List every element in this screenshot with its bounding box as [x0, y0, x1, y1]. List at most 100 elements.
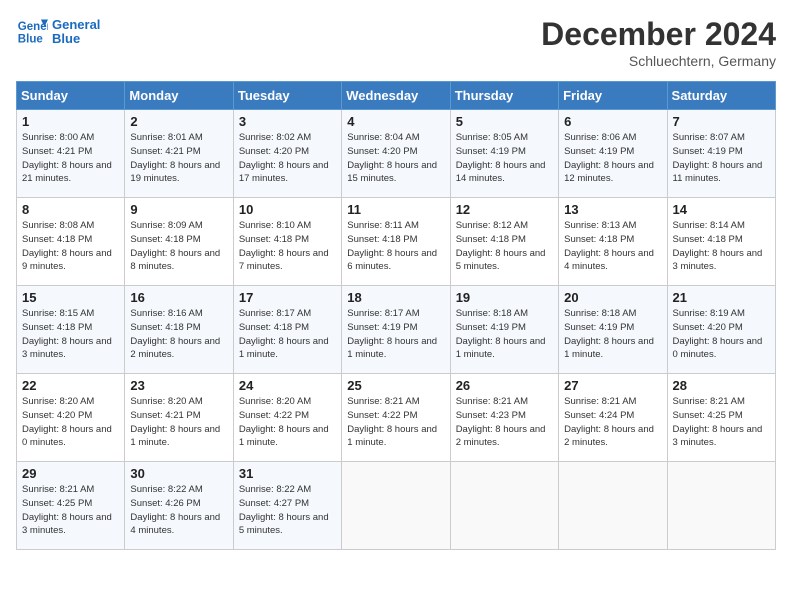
calendar-body: 1 Sunrise: 8:00 AMSunset: 4:21 PMDaylight… — [17, 110, 776, 550]
calendar-day-header: Sunday — [17, 82, 125, 110]
cell-info: Sunrise: 8:20 AMSunset: 4:21 PMDaylight:… — [130, 395, 227, 450]
cell-info: Sunrise: 8:06 AMSunset: 4:19 PMDaylight:… — [564, 131, 661, 186]
calendar-cell: 22 Sunrise: 8:20 AMSunset: 4:20 PMDayligh… — [17, 374, 125, 462]
calendar-week-row: 15 Sunrise: 8:15 AMSunset: 4:18 PMDayligh… — [17, 286, 776, 374]
svg-text:Blue: Blue — [18, 34, 44, 46]
calendar-cell — [450, 462, 558, 550]
calendar-cell: 16Sunrise: 8:16 AMSunset: 4:18 PMDayligh… — [125, 286, 233, 374]
cell-info: Sunrise: 8:18 AMSunset: 4:19 PMDaylight:… — [456, 307, 553, 362]
day-number: 6 — [564, 114, 661, 129]
calendar-cell: 11 Sunrise: 8:11 AMSunset: 4:18 PMDayligh… — [342, 198, 450, 286]
calendar-day-header: Thursday — [450, 82, 558, 110]
calendar-cell: 10Sunrise: 8:10 AMSunset: 4:18 PMDayligh… — [233, 198, 341, 286]
calendar-week-row: 29 Sunrise: 8:21 AMSunset: 4:25 PMDayligh… — [17, 462, 776, 550]
day-number: 16 — [130, 290, 227, 305]
day-number: 9 — [130, 202, 227, 217]
calendar-cell: 18 Sunrise: 8:17 AMSunset: 4:19 PMDayligh… — [342, 286, 450, 374]
cell-info: Sunrise: 8:17 AMSunset: 4:19 PMDaylight:… — [347, 307, 444, 362]
calendar-cell: 3Sunrise: 8:02 AMSunset: 4:20 PMDaylight… — [233, 110, 341, 198]
day-number: 22 — [22, 378, 119, 393]
cell-info: Sunrise: 8:07 AMSunset: 4:19 PMDaylight:… — [673, 131, 770, 186]
day-number: 30 — [130, 466, 227, 481]
day-number: 25 — [347, 378, 444, 393]
calendar-cell: 25 Sunrise: 8:21 AMSunset: 4:22 PMDayligh… — [342, 374, 450, 462]
calendar-cell: 9 Sunrise: 8:09 AMSunset: 4:18 PMDaylight… — [125, 198, 233, 286]
calendar-cell: 4 Sunrise: 8:04 AMSunset: 4:20 PMDaylight… — [342, 110, 450, 198]
calendar-cell: 19Sunrise: 8:18 AMSunset: 4:19 PMDayligh… — [450, 286, 558, 374]
calendar-cell — [667, 462, 775, 550]
cell-info: Sunrise: 8:12 AMSunset: 4:18 PMDaylight:… — [456, 219, 553, 274]
calendar-cell: 31 Sunrise: 8:22 AMSunset: 4:27 PMDayligh… — [233, 462, 341, 550]
cell-info: Sunrise: 8:09 AMSunset: 4:18 PMDaylight:… — [130, 219, 227, 274]
day-number: 31 — [239, 466, 336, 481]
cell-info: Sunrise: 8:21 AMSunset: 4:25 PMDaylight:… — [22, 483, 119, 538]
day-number: 15 — [22, 290, 119, 305]
day-number: 26 — [456, 378, 553, 393]
calendar-cell: 26 Sunrise: 8:21 AMSunset: 4:23 PMDayligh… — [450, 374, 558, 462]
calendar-cell: 15 Sunrise: 8:15 AMSunset: 4:18 PMDayligh… — [17, 286, 125, 374]
day-number: 29 — [22, 466, 119, 481]
title-block: December 2024 Schluechtern, Germany — [541, 16, 776, 69]
calendar-cell: 20 Sunrise: 8:18 AMSunset: 4:19 PMDayligh… — [559, 286, 667, 374]
day-number: 27 — [564, 378, 661, 393]
calendar-cell: 30Sunrise: 8:22 AMSunset: 4:26 PMDayligh… — [125, 462, 233, 550]
day-number: 14 — [673, 202, 770, 217]
location: Schluechtern, Germany — [541, 53, 776, 69]
calendar-week-row: 1 Sunrise: 8:00 AMSunset: 4:21 PMDaylight… — [17, 110, 776, 198]
day-number: 3 — [239, 114, 336, 129]
day-number: 21 — [673, 290, 770, 305]
cell-info: Sunrise: 8:21 AMSunset: 4:23 PMDaylight:… — [456, 395, 553, 450]
logo: General Blue General Blue — [16, 16, 100, 48]
cell-info: Sunrise: 8:11 AMSunset: 4:18 PMDaylight:… — [347, 219, 444, 274]
calendar-table: SundayMondayTuesdayWednesdayThursdayFrid… — [16, 81, 776, 550]
day-number: 5 — [456, 114, 553, 129]
day-number: 28 — [673, 378, 770, 393]
calendar-week-row: 8Sunrise: 8:08 AMSunset: 4:18 PMDaylight… — [17, 198, 776, 286]
cell-info: Sunrise: 8:15 AMSunset: 4:18 PMDaylight:… — [22, 307, 119, 362]
calendar-cell: 24Sunrise: 8:20 AMSunset: 4:22 PMDayligh… — [233, 374, 341, 462]
cell-info: Sunrise: 8:21 AMSunset: 4:22 PMDaylight:… — [347, 395, 444, 450]
cell-info: Sunrise: 8:18 AMSunset: 4:19 PMDaylight:… — [564, 307, 661, 362]
calendar-cell: 5 Sunrise: 8:05 AMSunset: 4:19 PMDaylight… — [450, 110, 558, 198]
cell-info: Sunrise: 8:17 AMSunset: 4:18 PMDaylight:… — [239, 307, 336, 362]
calendar-cell — [559, 462, 667, 550]
day-number: 2 — [130, 114, 227, 129]
calendar-header-row: SundayMondayTuesdayWednesdayThursdayFrid… — [17, 82, 776, 110]
cell-info: Sunrise: 8:13 AMSunset: 4:18 PMDaylight:… — [564, 219, 661, 274]
calendar-cell: 21 Sunrise: 8:19 AMSunset: 4:20 PMDayligh… — [667, 286, 775, 374]
calendar-cell: 8Sunrise: 8:08 AMSunset: 4:18 PMDaylight… — [17, 198, 125, 286]
calendar-day-header: Saturday — [667, 82, 775, 110]
calendar-day-header: Monday — [125, 82, 233, 110]
day-number: 20 — [564, 290, 661, 305]
day-number: 12 — [456, 202, 553, 217]
calendar-cell: 29 Sunrise: 8:21 AMSunset: 4:25 PMDayligh… — [17, 462, 125, 550]
day-number: 13 — [564, 202, 661, 217]
cell-info: Sunrise: 8:21 AMSunset: 4:24 PMDaylight:… — [564, 395, 661, 450]
calendar-day-header: Wednesday — [342, 82, 450, 110]
day-number: 23 — [130, 378, 227, 393]
calendar-week-row: 22 Sunrise: 8:20 AMSunset: 4:20 PMDayligh… — [17, 374, 776, 462]
calendar-cell: 27 Sunrise: 8:21 AMSunset: 4:24 PMDayligh… — [559, 374, 667, 462]
cell-info: Sunrise: 8:22 AMSunset: 4:27 PMDaylight:… — [239, 483, 336, 538]
calendar-cell: 6 Sunrise: 8:06 AMSunset: 4:19 PMDaylight… — [559, 110, 667, 198]
cell-info: Sunrise: 8:19 AMSunset: 4:20 PMDaylight:… — [673, 307, 770, 362]
calendar-cell: 1 Sunrise: 8:00 AMSunset: 4:21 PMDaylight… — [17, 110, 125, 198]
logo-line1: General — [52, 18, 100, 32]
cell-info: Sunrise: 8:00 AMSunset: 4:21 PMDaylight:… — [22, 131, 119, 186]
cell-info: Sunrise: 8:05 AMSunset: 4:19 PMDaylight:… — [456, 131, 553, 186]
cell-info: Sunrise: 8:08 AMSunset: 4:18 PMDaylight:… — [22, 219, 119, 274]
day-number: 11 — [347, 202, 444, 217]
cell-info: Sunrise: 8:04 AMSunset: 4:20 PMDaylight:… — [347, 131, 444, 186]
cell-info: Sunrise: 8:20 AMSunset: 4:20 PMDaylight:… — [22, 395, 119, 450]
cell-info: Sunrise: 8:21 AMSunset: 4:25 PMDaylight:… — [673, 395, 770, 450]
day-number: 7 — [673, 114, 770, 129]
day-number: 18 — [347, 290, 444, 305]
day-number: 10 — [239, 202, 336, 217]
calendar-cell: 13 Sunrise: 8:13 AMSunset: 4:18 PMDayligh… — [559, 198, 667, 286]
day-number: 4 — [347, 114, 444, 129]
cell-info: Sunrise: 8:01 AMSunset: 4:21 PMDaylight:… — [130, 131, 227, 186]
calendar-cell: 23 Sunrise: 8:20 AMSunset: 4:21 PMDayligh… — [125, 374, 233, 462]
calendar-day-header: Tuesday — [233, 82, 341, 110]
month-title: December 2024 — [541, 16, 776, 53]
day-number: 1 — [22, 114, 119, 129]
